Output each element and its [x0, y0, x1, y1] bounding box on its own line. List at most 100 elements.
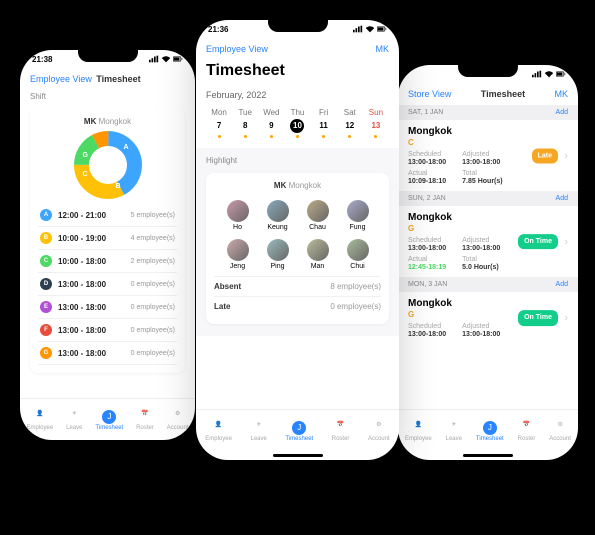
- person-item[interactable]: Chui: [345, 239, 371, 270]
- tab-leave[interactable]: ☀Leave: [66, 410, 82, 431]
- person-name: Man: [305, 263, 331, 270]
- card-title: MK Mongkok: [214, 181, 381, 190]
- employee-view-link[interactable]: Employee View: [30, 74, 92, 84]
- highlight-card: MK Mongkok Ho Keung Chau Fung Jeng Ping Man Chu…: [206, 173, 389, 324]
- person-item[interactable]: Keung: [265, 200, 291, 231]
- person-item[interactable]: Fung: [345, 200, 371, 231]
- status-badge: On Time: [518, 234, 558, 250]
- body: SAT, 1 JANAddMongkokCScheduled13:00-18:0…: [398, 105, 578, 409]
- month-label[interactable]: February, 2022: [206, 86, 389, 104]
- tab-bar: 👤Employee ☀Leave JTimesheet 📅Roster ⚙Account: [398, 409, 578, 451]
- summary-row[interactable]: Absent8 employee(s): [214, 276, 381, 296]
- employee-view-link[interactable]: Employee View: [206, 44, 268, 54]
- day-cell[interactable]: Sun13: [363, 108, 389, 138]
- header: Employee View MK: [196, 38, 399, 60]
- day-cell[interactable]: Tue8: [232, 108, 258, 138]
- notch: [78, 50, 138, 62]
- timesheet-record[interactable]: MongkokCScheduled13:00-18:00Adjusted13:0…: [408, 120, 568, 191]
- person-item[interactable]: Jeng: [225, 239, 251, 270]
- timesheet-record[interactable]: MongkokGScheduled13:00-18:00Adjusted13:0…: [408, 292, 568, 344]
- shift-row[interactable]: G13:00 - 18:000 employee(s): [38, 342, 177, 365]
- date-header: MON, 3 JANAdd: [398, 277, 578, 292]
- day-cell[interactable]: Sat12: [337, 108, 363, 138]
- store-view-link[interactable]: Store View: [408, 89, 451, 99]
- phone-left: 21:38 Employee View Timesheet Shift MK M…: [20, 50, 195, 440]
- leave-icon: ☀: [447, 421, 461, 435]
- tab-employee[interactable]: 👤Employee: [405, 421, 432, 442]
- avatar: [267, 200, 289, 222]
- highlight-section: Highlight MK Mongkok Ho Keung Chau Fung Jeng…: [196, 148, 399, 336]
- person-name: Fung: [345, 224, 371, 231]
- add-button[interactable]: Add: [556, 281, 568, 288]
- employee-icon: 👤: [212, 421, 226, 435]
- person-item[interactable]: Chau: [305, 200, 331, 231]
- avatar: [347, 239, 369, 261]
- time-label: 21:38: [32, 55, 52, 64]
- roster-icon: 📅: [520, 421, 534, 435]
- phone-center: 21:36 Employee View MK Timesheet Februar…: [196, 20, 399, 460]
- person-name: Chau: [305, 224, 331, 231]
- timesheet-icon: J: [483, 421, 497, 435]
- tab-employee[interactable]: 👤Employee: [205, 421, 232, 442]
- event-dot-icon: [322, 135, 325, 138]
- tab-leave[interactable]: ☀Leave: [251, 421, 267, 442]
- shift-time: 13:00 - 18:00: [58, 303, 131, 312]
- timesheet-icon: J: [292, 421, 306, 435]
- person-item[interactable]: Ho: [225, 200, 251, 231]
- avatar: [307, 239, 329, 261]
- store-badge[interactable]: MK: [555, 89, 569, 99]
- tab-employee[interactable]: 👤Employee: [26, 410, 53, 431]
- chart-title: MK Mongkok: [38, 117, 177, 126]
- tab-bar: 👤Employee ☀Leave JTimesheet 📅Roster ⚙Account: [196, 409, 399, 451]
- leave-icon: ☀: [252, 421, 266, 435]
- shift-dot: E: [40, 301, 52, 313]
- day-cell[interactable]: Thu10: [284, 108, 310, 138]
- home-indicator: [463, 454, 513, 457]
- tab-account[interactable]: ⚙Account: [549, 421, 571, 442]
- tab-timesheet[interactable]: JTimesheet: [95, 410, 123, 431]
- person-item[interactable]: Man: [305, 239, 331, 270]
- person-item[interactable]: Ping: [265, 239, 291, 270]
- week-row: Mon7Tue8Wed9Thu10Fri11Sat12Sun13: [206, 104, 389, 142]
- tab-account[interactable]: ⚙Account: [368, 421, 390, 442]
- add-button[interactable]: Add: [556, 109, 568, 116]
- shift-emp: 0 employee(s): [131, 327, 175, 334]
- battery-icon: [556, 70, 566, 78]
- shift-row[interactable]: E13:00 - 18:000 employee(s): [38, 296, 177, 319]
- shift-row[interactable]: A12:00 - 21:005 employee(s): [38, 204, 177, 227]
- shift-emp: 0 employee(s): [131, 350, 175, 357]
- avatar: [347, 200, 369, 222]
- shift-code: C: [408, 138, 568, 147]
- shift-emp: 5 employee(s): [131, 212, 175, 219]
- timesheet-record[interactable]: MongkokGScheduled13:00-18:00Adjusted13:0…: [408, 206, 568, 277]
- account-icon: ⚙: [553, 421, 567, 435]
- tab-timesheet[interactable]: JTimesheet: [476, 421, 504, 442]
- tab-leave[interactable]: ☀Leave: [446, 421, 462, 442]
- tab-timesheet[interactable]: JTimesheet: [285, 421, 313, 442]
- shift-row[interactable]: B10:00 - 19:004 employee(s): [38, 227, 177, 250]
- location-name: Mongkok: [408, 298, 568, 309]
- status-icons: [353, 25, 387, 33]
- shift-row[interactable]: F13:00 - 18:000 employee(s): [38, 319, 177, 342]
- tab-roster[interactable]: 📅Roster: [518, 421, 536, 442]
- add-button[interactable]: Add: [556, 195, 568, 202]
- day-cell[interactable]: Mon7: [206, 108, 232, 138]
- avatar: [227, 239, 249, 261]
- shift-row[interactable]: D13:00 - 18:000 employee(s): [38, 273, 177, 296]
- shift-time: 13:00 - 18:00: [58, 326, 131, 335]
- summary-row[interactable]: Late0 employee(s): [214, 296, 381, 316]
- location-name: Mongkok: [408, 212, 568, 223]
- store-badge[interactable]: MK: [376, 44, 390, 54]
- tab-roster[interactable]: 📅Roster: [332, 421, 350, 442]
- shift-time: 10:00 - 19:00: [58, 234, 131, 243]
- roster-icon: 📅: [138, 410, 152, 424]
- roster-icon: 📅: [334, 421, 348, 435]
- shift-time: 10:00 - 18:00: [58, 257, 131, 266]
- shift-row[interactable]: C10:00 - 18:002 employee(s): [38, 250, 177, 273]
- day-cell[interactable]: Wed9: [258, 108, 284, 138]
- tab-account[interactable]: ⚙Account: [167, 410, 189, 431]
- tab-roster[interactable]: 📅Roster: [136, 410, 154, 431]
- day-cell[interactable]: Fri11: [311, 108, 337, 138]
- status-badge: Late: [532, 148, 558, 163]
- highlight-label: Highlight: [206, 154, 389, 167]
